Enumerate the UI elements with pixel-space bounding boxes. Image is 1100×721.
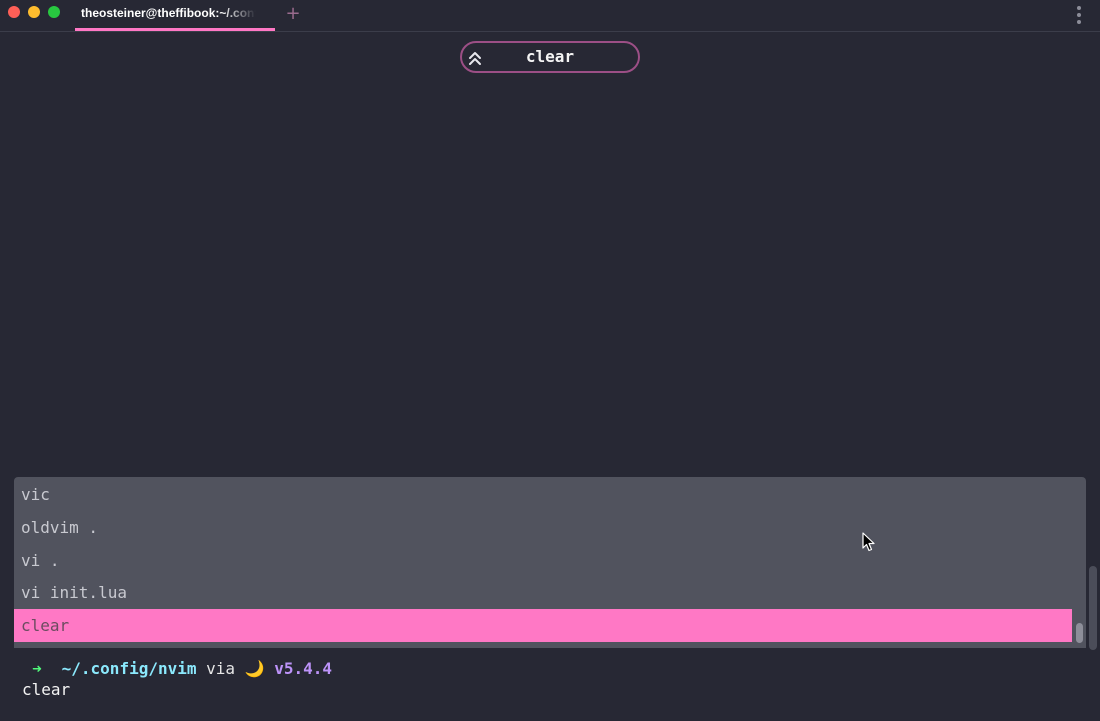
new-tab-button[interactable]: + [285,4,301,24]
terminal-window: theosteiner@theffibook:~/.config/nvim + … [0,0,1100,721]
moon-icon: 🌙 [244,659,265,678]
prompt-via: via [206,659,236,678]
history-scrollbar-thumb[interactable] [1076,623,1083,643]
prompt-arrow-icon: ➜ [32,659,42,678]
command-input[interactable]: clear [22,679,70,701]
history-search-box[interactable]: clear [460,41,640,73]
shell-prompt: ➜ ~/.config/nvim via 🌙 v5.4.4 [22,658,332,680]
terminal-scrollbar-thumb[interactable] [1089,566,1097,650]
history-dropdown: vic oldvim . vi . vi init.lua clear [14,477,1086,648]
lua-version: v5.4.4 [274,659,333,678]
prompt-path: ~/.config/nvim [61,659,197,678]
history-item[interactable]: oldvim . [14,511,1072,544]
title-bar: theosteiner@theffibook:~/.config/nvim + [0,0,1100,32]
tab-title: theosteiner@theffibook:~/.config/nvim [81,6,256,20]
maximize-window-button[interactable] [48,6,60,18]
more-vertical-icon[interactable] [1073,4,1085,26]
tab-active[interactable]: theosteiner@theffibook:~/.config/nvim [75,0,275,31]
history-item[interactable]: vi init.lua [14,576,1072,609]
minimize-window-button[interactable] [28,6,40,18]
close-window-button[interactable] [8,6,20,18]
history-item-selected[interactable]: clear [14,609,1072,642]
search-query: clear [525,47,575,66]
history-item[interactable]: vic [14,478,1072,511]
history-item[interactable]: vi . [14,544,1072,577]
mouse-pointer-icon [862,532,875,552]
